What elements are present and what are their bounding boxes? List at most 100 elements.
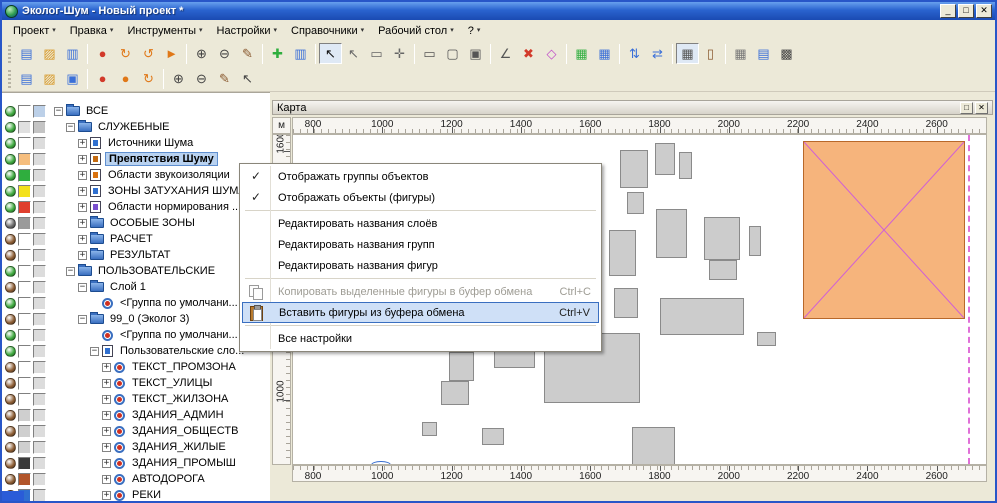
line-color-swatch[interactable] xyxy=(33,441,46,454)
open-doc-button[interactable]: ▨ xyxy=(38,68,61,89)
visibility-ball-icon[interactable] xyxy=(5,218,16,229)
line-color-swatch[interactable] xyxy=(33,345,46,358)
context-menu-item[interactable]: Редактировать названия слоёв xyxy=(242,213,599,234)
menu-item-desktop[interactable]: Рабочий стол▾ xyxy=(371,23,461,39)
tree-row[interactable]: +ЗДАНИЯ_ЖИЛЫЕ xyxy=(2,439,270,455)
tree-expander[interactable]: + xyxy=(78,171,87,180)
tree-node-label[interactable]: ЗДАНИЯ_ОБЩЕСТВ xyxy=(129,425,241,437)
pointer-tool-button[interactable]: ↖ xyxy=(236,68,259,89)
select-rect-tool-button[interactable]: ▭ xyxy=(365,43,388,64)
tree-expander[interactable]: + xyxy=(78,235,87,244)
tree-node-label[interactable]: ТЕКСТ_УЛИЦЫ xyxy=(129,377,215,389)
tree-row[interactable]: +АВТОДОРОГА xyxy=(2,471,270,487)
fill-color-swatch[interactable] xyxy=(18,265,31,278)
tree-row[interactable]: +ТЕКСТ_ПРОМЗОНА xyxy=(2,359,270,375)
building-shape[interactable] xyxy=(620,150,648,188)
line-color-swatch[interactable] xyxy=(33,121,46,134)
line-color-swatch[interactable] xyxy=(33,361,46,374)
fill-color-swatch[interactable] xyxy=(18,313,31,326)
grid-show-button[interactable]: ▦ xyxy=(593,43,616,64)
building-shape[interactable] xyxy=(660,298,744,335)
fill-color-swatch[interactable] xyxy=(18,457,31,470)
tree-expander[interactable]: + xyxy=(78,251,87,260)
menu-item-references[interactable]: Справочники▾ xyxy=(284,23,371,39)
visibility-ball-icon[interactable] xyxy=(5,330,16,341)
context-menu-item[interactable]: Редактировать названия фигур xyxy=(242,255,599,276)
visibility-ball-icon[interactable] xyxy=(5,346,16,357)
fill-color-swatch[interactable] xyxy=(18,297,31,310)
tree-node-label[interactable]: <Группа по умолчани... xyxy=(117,297,241,309)
draw-rect-tool-button[interactable]: ▭ xyxy=(418,43,441,64)
line-color-swatch[interactable] xyxy=(33,153,46,166)
fill-color-swatch[interactable] xyxy=(18,425,31,438)
tree-row[interactable]: +РАСЧЕТ xyxy=(2,231,270,247)
line-color-swatch[interactable] xyxy=(33,393,46,406)
visibility-ball-icon[interactable] xyxy=(5,282,16,293)
context-menu-item[interactable]: ✓Отображать объекты (фигуры) xyxy=(242,187,599,208)
zoom-minus-button[interactable]: ⊖ xyxy=(190,68,213,89)
tree-expander[interactable]: + xyxy=(102,475,111,484)
line-color-swatch[interactable] xyxy=(33,377,46,390)
tree-node-label[interactable]: Области нормирования .. xyxy=(105,201,241,213)
draw-square-tool-button[interactable]: ▢ xyxy=(441,43,464,64)
tree-row[interactable]: <Группа по умолчани... xyxy=(2,295,270,311)
fill-color-swatch[interactable] xyxy=(18,345,31,358)
visibility-ball-icon[interactable] xyxy=(5,138,16,149)
source-red-button[interactable]: ● xyxy=(91,68,114,89)
save-project-button[interactable]: ▥ xyxy=(61,43,84,64)
line-color-swatch[interactable] xyxy=(33,473,46,486)
tree-expander[interactable]: − xyxy=(78,315,87,324)
fill-color-swatch[interactable] xyxy=(18,473,31,486)
line-color-swatch[interactable] xyxy=(33,249,46,262)
tree-row[interactable]: +ЗДАНИЯ_АДМИН xyxy=(2,407,270,423)
tree-expander[interactable]: + xyxy=(102,379,111,388)
fill-color-swatch[interactable] xyxy=(18,185,31,198)
tree-node-label[interactable]: Препятствия Шуму xyxy=(105,152,218,166)
tree-node-label[interactable]: <Группа по умолчани... xyxy=(117,329,241,341)
visibility-ball-icon[interactable] xyxy=(5,362,16,373)
tree-expander[interactable]: − xyxy=(66,267,75,276)
line-color-swatch[interactable] xyxy=(33,409,46,422)
line-color-swatch[interactable] xyxy=(33,265,46,278)
visibility-ball-icon[interactable] xyxy=(5,266,16,277)
grid-add-button[interactable]: ▦ xyxy=(570,43,593,64)
tree-row[interactable]: +ЗДАНИЯ_ПРОМЫШ xyxy=(2,455,270,471)
zoom-plus-button[interactable]: ⊕ xyxy=(167,68,190,89)
fill-color-swatch[interactable] xyxy=(18,329,31,342)
tree-node-label[interactable]: ЗДАНИЯ_ПРОМЫШ xyxy=(129,457,239,469)
tree-node-label[interactable]: РЕЗУЛЬТАТ xyxy=(107,249,173,261)
building-shape[interactable] xyxy=(709,260,737,280)
tree-row[interactable]: −Слой 1 xyxy=(2,279,270,295)
tree-expander[interactable]: + xyxy=(102,411,111,420)
fill-color-swatch[interactable] xyxy=(18,153,31,166)
object-list-button[interactable]: ▥ xyxy=(289,43,312,64)
line-color-swatch[interactable] xyxy=(33,185,46,198)
draw-polygon-button[interactable]: ◇ xyxy=(540,43,563,64)
building-shape[interactable] xyxy=(679,152,692,179)
tree-expander[interactable]: + xyxy=(78,219,87,228)
tree-row[interactable]: +РЕКИ xyxy=(2,487,270,501)
visibility-ball-icon[interactable] xyxy=(5,122,16,133)
add-object-button[interactable]: ✚ xyxy=(266,43,289,64)
grid-edit-button[interactable]: ▦ xyxy=(676,43,699,64)
tree-node-label[interactable]: ТЕКСТ_ПРОМЗОНА xyxy=(129,361,239,373)
context-menu-item[interactable]: ✓Отображать группы объектов xyxy=(242,166,599,187)
move-up-down-button[interactable]: ⇅ xyxy=(623,43,646,64)
tree-expander[interactable]: + xyxy=(78,187,87,196)
visibility-ball-icon[interactable] xyxy=(5,250,16,261)
tree-node-label[interactable]: 99_0 (Эколог 3) xyxy=(107,313,192,325)
menu-item-project[interactable]: Проект▾ xyxy=(6,23,63,39)
fill-color-swatch[interactable] xyxy=(18,249,31,262)
building-shape[interactable] xyxy=(482,428,504,445)
line-color-swatch[interactable] xyxy=(33,169,46,182)
calc-source-button[interactable]: ● xyxy=(91,43,114,64)
maximize-button[interactable]: □ xyxy=(958,4,974,18)
tree-expander[interactable]: + xyxy=(78,139,87,148)
visibility-ball-icon[interactable] xyxy=(5,394,16,405)
building-shape[interactable] xyxy=(449,352,474,381)
visibility-ball-icon[interactable] xyxy=(5,202,16,213)
tree-node-label[interactable]: РЕКИ xyxy=(129,489,164,501)
data-table-button[interactable]: ▦ xyxy=(729,43,752,64)
building-shape[interactable] xyxy=(656,209,687,258)
tree-expander[interactable]: + xyxy=(102,443,111,452)
